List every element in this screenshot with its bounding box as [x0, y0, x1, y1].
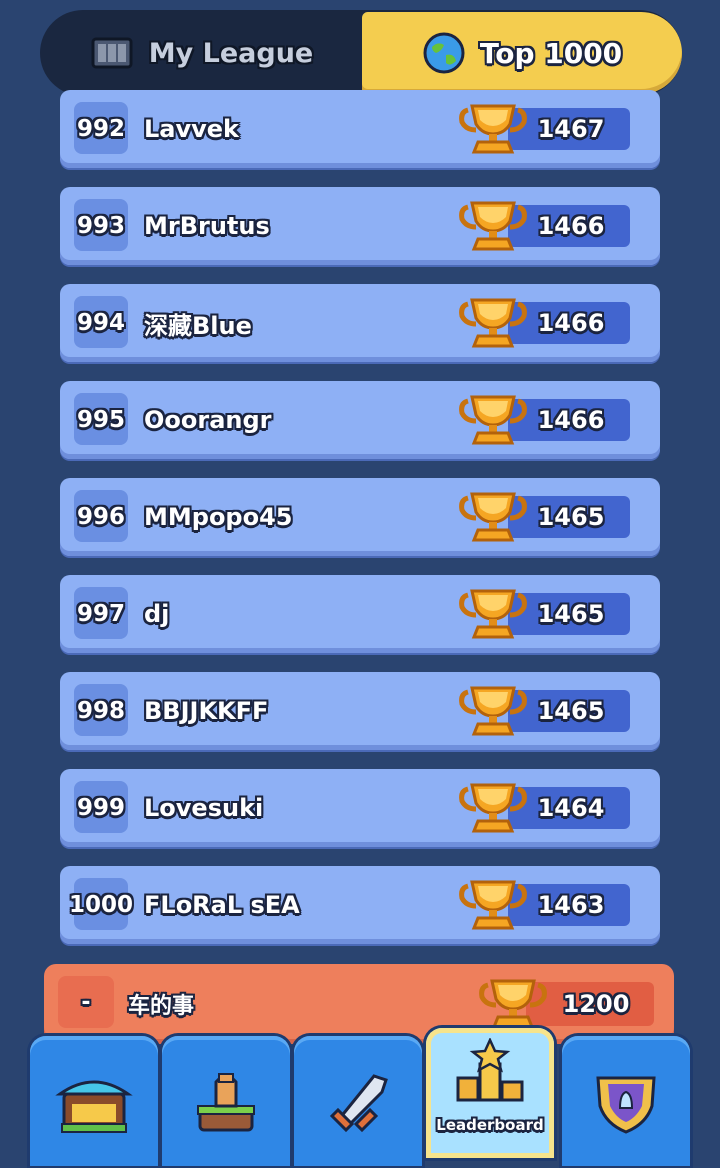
leaderboard-row[interactable]: 998 BBJJKKFF 1465 [60, 672, 660, 750]
leaderboard-row[interactable]: 999 Lovesuki 1464 [60, 769, 660, 847]
nav-leaderboard-label: Leaderboard [436, 1116, 544, 1134]
rank: 999 [76, 795, 125, 821]
leaderboard-row[interactable]: 994 深藏Blue 1466 [60, 284, 660, 362]
leaderboard-row[interactable]: 1000 FLoRaL sEA 1463 [60, 866, 660, 944]
player-name: MrBrutus [144, 212, 270, 240]
rank: 994 [76, 310, 125, 336]
nav-clan[interactable] [562, 1036, 690, 1166]
shop-icon [55, 1080, 133, 1133]
battle-icon [329, 1074, 388, 1133]
cards-icon [197, 1073, 255, 1132]
player-name: Lovesuki [144, 794, 264, 822]
bottom-nav: Leaderboard [0, 1028, 720, 1166]
player-name: BBJJKKFF [144, 697, 269, 725]
tab-my-league-label: My League [148, 37, 314, 69]
player-name: Ooorangr [144, 406, 272, 434]
globe-icon [423, 32, 465, 74]
leaderboard-row[interactable]: 995 Ooorangr 1466 [60, 381, 660, 459]
player-name: Lavvek [144, 115, 240, 143]
rank: 1000 [68, 892, 133, 918]
trophy-count: 1467 [537, 115, 605, 143]
clan-icon [596, 1076, 656, 1134]
trophy-count: 1465 [537, 503, 605, 531]
trophy-count: 1463 [537, 891, 605, 919]
leaderboard-icon [456, 1038, 524, 1102]
leaderboard-row[interactable]: 992 Lavvek 1467 [60, 90, 660, 168]
player-name: dj [144, 600, 170, 628]
trophy-count: 1465 [537, 600, 605, 628]
nav-leaderboard[interactable]: Leaderboard [426, 1028, 554, 1158]
rank: 995 [76, 407, 125, 433]
league-icon [91, 37, 133, 69]
tab-top-1000-label: Top 1000 [479, 36, 623, 70]
rank: 993 [76, 213, 125, 239]
nav-shop[interactable] [30, 1036, 158, 1166]
trophy-count: 1465 [537, 697, 605, 725]
rank: 998 [76, 698, 125, 724]
trophy-count: 1466 [537, 212, 605, 240]
player-name: FLoRaL sEA [144, 891, 300, 919]
tab-my-league[interactable]: My League [40, 10, 362, 96]
nav-battle[interactable] [294, 1036, 422, 1166]
leaderboard-row[interactable]: 997 dj 1465 [60, 575, 660, 653]
trophy-count: 1466 [537, 406, 605, 434]
rank: 992 [76, 116, 125, 142]
player-name: 深藏Blue [144, 311, 252, 340]
my-rank: - [58, 976, 114, 1028]
tab-top-1000[interactable]: Top 1000 [362, 12, 682, 94]
trophy-count: 1464 [537, 794, 605, 822]
leaderboard-row[interactable]: 993 MrBrutus 1466 [60, 187, 660, 265]
player-name: MMpopo45 [144, 503, 293, 531]
rank: 996 [76, 504, 125, 530]
my-trophy-count: 1200 [562, 990, 630, 1018]
trophy-count: 1466 [537, 309, 605, 337]
rank: 997 [76, 601, 125, 627]
leaderboard-row[interactable]: 996 MMpopo45 1465 [60, 478, 660, 556]
nav-cards[interactable] [162, 1036, 290, 1166]
tab-bar: My League Top 1000 [40, 10, 682, 96]
